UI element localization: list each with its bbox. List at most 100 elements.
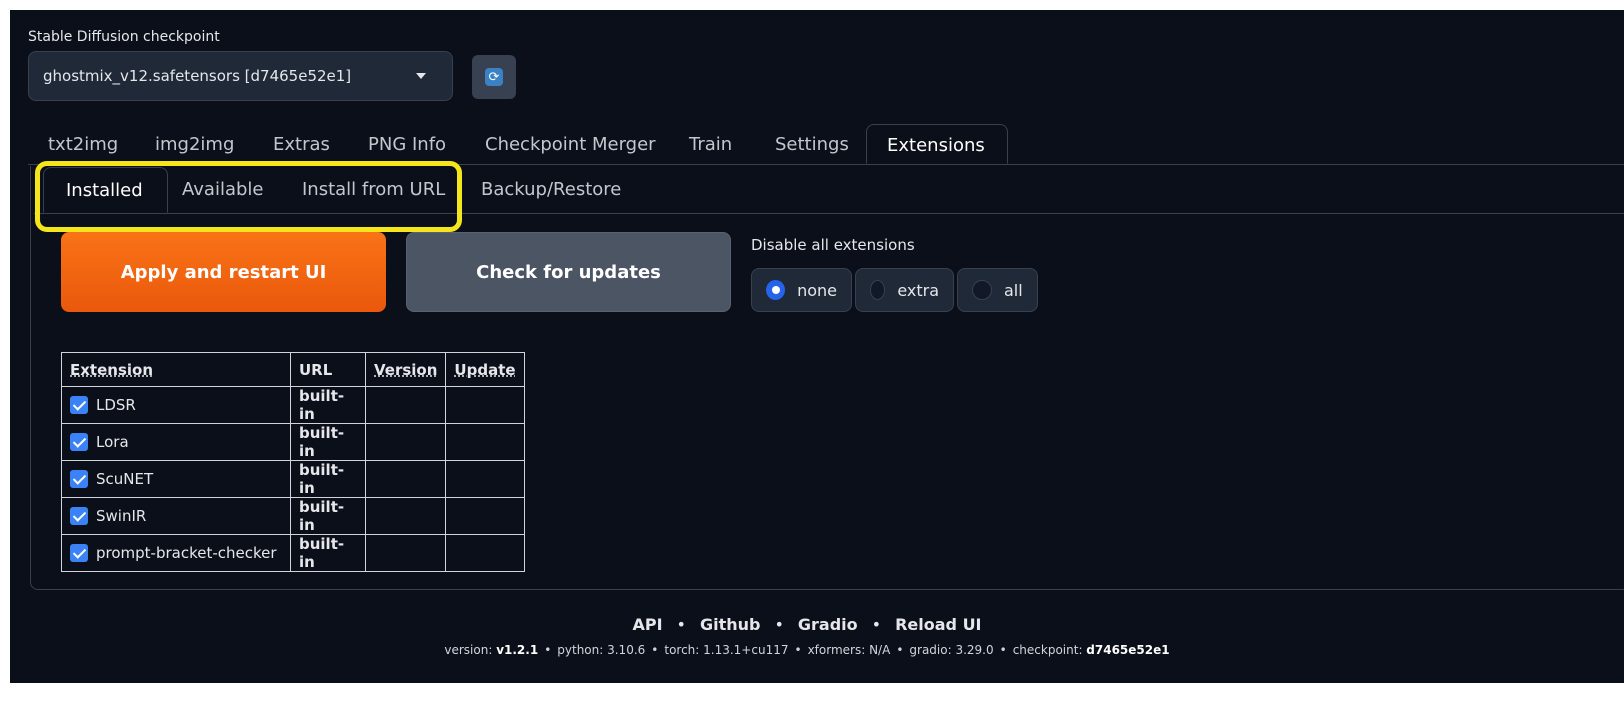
footer-version-info: version: v1.2.1 • python: 3.10.6 • torch: 1.…	[0, 643, 1614, 657]
checkbox-checked-icon[interactable]	[70, 507, 88, 526]
table-header-row: Extension URL Version Update	[61, 352, 525, 387]
update-cell	[445, 534, 525, 572]
footer-links: API • Github • Gradio • Reload UI	[0, 615, 1614, 634]
extension-name: prompt-bracket-checker	[96, 543, 277, 562]
update-cell	[445, 386, 525, 424]
meta-version-label: version:	[444, 643, 497, 657]
extension-name: Lora	[96, 432, 129, 451]
table-row: Lora built-in	[61, 423, 525, 461]
checkpoint-dropdown[interactable]: ghostmix_v12.safetensors [d7465e52e1]	[28, 51, 453, 101]
meta-checkpoint-label: checkpoint:	[1012, 643, 1087, 657]
separator: •	[774, 615, 784, 634]
header-update[interactable]: Update	[445, 352, 525, 387]
update-cell	[445, 460, 525, 498]
tab-train[interactable]: Train	[689, 124, 732, 164]
url-cell: built-in	[290, 423, 366, 461]
radio-none-label: none	[797, 280, 837, 300]
separator: •	[896, 643, 904, 657]
tab-settings[interactable]: Settings	[775, 124, 849, 164]
version-cell	[364, 534, 447, 572]
tab-installed[interactable]: Installed	[43, 167, 168, 213]
checkpoint-selected-value: ghostmix_v12.safetensors [d7465e52e1]	[43, 67, 352, 85]
version-cell	[364, 423, 447, 461]
extension-cell: LDSR	[61, 386, 291, 424]
extension-cell: Lora	[61, 423, 291, 461]
url-cell: built-in	[290, 460, 366, 498]
tab-install-from-url[interactable]: Install from URL	[302, 167, 445, 213]
chevron-down-icon	[416, 73, 426, 79]
separator: •	[794, 643, 802, 657]
tab-extensions[interactable]: Extensions	[866, 124, 1008, 164]
disable-extensions-radio-group: none extra all	[751, 268, 1038, 312]
separator: •	[544, 643, 552, 657]
extensions-table: Extension URL Version Update LDSR built-…	[61, 352, 525, 572]
header-url: URL	[290, 352, 366, 387]
table-row: prompt-bracket-checker built-in	[61, 534, 525, 572]
tab-png-info[interactable]: PNG Info	[368, 124, 446, 164]
main-tabs: txt2img img2img Extras PNG Info Checkpoi…	[28, 124, 1624, 165]
extension-cell: prompt-bracket-checker	[61, 534, 291, 572]
radio-unchecked-icon	[972, 280, 992, 300]
separator: •	[999, 643, 1007, 657]
update-cell	[445, 497, 525, 535]
disable-extensions-label: Disable all extensions	[751, 236, 915, 254]
url-cell: built-in	[290, 386, 366, 424]
tab-txt2img[interactable]: txt2img	[48, 124, 118, 164]
version-cell	[364, 497, 447, 535]
separator: •	[871, 615, 882, 634]
table-row: ScuNET built-in	[61, 460, 525, 498]
apply-and-restart-button[interactable]: Apply and restart UI	[61, 232, 386, 312]
tab-available[interactable]: Available	[182, 167, 263, 213]
meta-version-value: v1.2.1	[496, 643, 539, 657]
radio-all[interactable]: all	[957, 268, 1038, 312]
extension-name: ScuNET	[96, 469, 154, 488]
extension-name: LDSR	[96, 395, 136, 414]
extension-cell: SwinIR	[61, 497, 291, 535]
checkbox-checked-icon[interactable]	[70, 470, 88, 489]
radio-all-label: all	[1004, 280, 1023, 300]
footer-link-github[interactable]: Github	[700, 615, 761, 634]
footer-link-api[interactable]: API	[632, 615, 662, 634]
table-row: SwinIR built-in	[61, 497, 525, 535]
checkbox-checked-icon[interactable]	[70, 433, 88, 452]
meta-xformers-label: xformers:	[807, 643, 870, 657]
version-cell	[364, 386, 447, 424]
footer-link-reload-ui[interactable]: Reload UI	[895, 615, 981, 634]
tab-checkpoint-merger[interactable]: Checkpoint Merger	[485, 124, 656, 164]
radio-extra[interactable]: extra	[855, 268, 954, 312]
separator: •	[651, 643, 659, 657]
separator: •	[676, 615, 686, 634]
radio-unchecked-icon	[870, 280, 886, 300]
refresh-checkpoint-button[interactable]: ⟳	[472, 55, 516, 99]
footer-link-gradio[interactable]: Gradio	[798, 615, 858, 634]
url-cell: built-in	[290, 534, 366, 572]
meta-gradio-label: gradio:	[909, 643, 956, 657]
extension-name: SwinIR	[96, 506, 147, 525]
refresh-icon: ⟳	[485, 68, 503, 86]
tab-backup-restore[interactable]: Backup/Restore	[481, 167, 621, 213]
version-cell	[364, 460, 447, 498]
radio-none[interactable]: none	[751, 268, 852, 312]
tab-img2img[interactable]: img2img	[155, 124, 234, 164]
extension-cell: ScuNET	[61, 460, 291, 498]
checkbox-checked-icon[interactable]	[70, 544, 88, 563]
meta-python-label: python:	[557, 643, 608, 657]
extensions-sub-tabs: Installed Available Install from URL Bac…	[34, 167, 1624, 214]
radio-extra-label: extra	[897, 280, 939, 300]
checkpoint-label: Stable Diffusion checkpoint	[28, 29, 220, 45]
meta-torch-label: torch:	[664, 643, 704, 657]
app-root: Stable Diffusion checkpoint ghostmix_v12…	[10, 10, 1624, 683]
meta-torch-value: 1.13.1+cu117	[703, 643, 789, 657]
meta-xformers-value: N/A	[869, 643, 891, 657]
checkbox-checked-icon[interactable]	[70, 396, 88, 415]
update-cell	[445, 423, 525, 461]
check-for-updates-button[interactable]: Check for updates	[406, 232, 731, 312]
meta-checkpoint-value: d7465e52e1	[1086, 643, 1170, 657]
tab-extras[interactable]: Extras	[273, 124, 330, 164]
radio-checked-icon	[766, 280, 786, 300]
header-version[interactable]: Version	[364, 352, 447, 387]
meta-gradio-value: 3.29.0	[955, 643, 994, 657]
header-extension[interactable]: Extension	[61, 352, 291, 387]
meta-python-value: 3.10.6	[607, 643, 646, 657]
table-row: LDSR built-in	[61, 386, 525, 424]
